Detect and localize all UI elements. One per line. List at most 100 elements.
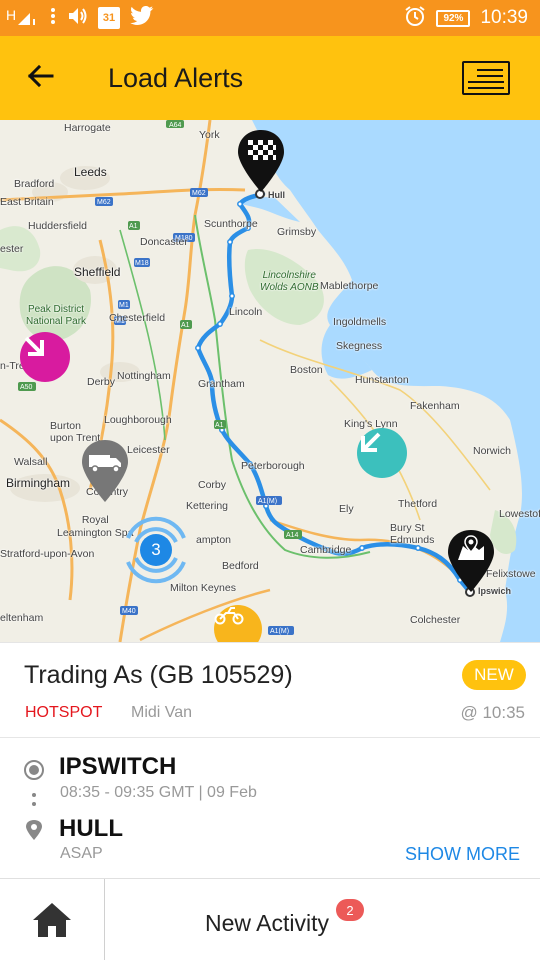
place-leeds: Leeds: [74, 165, 107, 179]
place-cheltenham: eltenham: [0, 612, 44, 624]
posted-time: @ 10:35: [460, 703, 525, 722]
svg-text:A14: A14: [286, 532, 299, 539]
place-loughborough: Loughborough: [104, 414, 172, 426]
company-name: Trading As (GB 105529): [24, 661, 293, 689]
place-doncaster: Doncaster: [140, 236, 188, 248]
place-scunthorpe: Scunthorpe: [204, 218, 258, 230]
cluster-count: 3: [151, 540, 161, 559]
motorbike-marker-icon: [214, 607, 244, 625]
svg-text:M62: M62: [192, 190, 206, 197]
place-birmingham: Birmingham: [6, 476, 71, 490]
activity-count-badge: 2: [336, 899, 364, 921]
svg-text:A1: A1: [181, 322, 190, 329]
place-lincolnshire-wolds: Lincolnshire Wolds AONB: [260, 270, 319, 293]
place-walsall: Walsall: [14, 456, 48, 468]
signal-h-icon: H: [6, 5, 40, 32]
origin-window: 08:35 - 09:35 GMT | 09 Feb: [60, 784, 257, 801]
place-chesterfield: Chesterfield: [109, 312, 166, 324]
svg-text:A1: A1: [129, 223, 138, 230]
home-icon: [33, 903, 71, 937]
place-ely: Ely: [339, 503, 354, 515]
status-time: 10:39: [480, 7, 528, 28]
calendar-icon: 31: [98, 7, 120, 29]
destination-name: HULL: [59, 815, 123, 842]
place-leicester: Leicester: [127, 444, 170, 456]
svg-text:A1(M): A1(M): [258, 498, 277, 505]
origin-name: IPSWITCH: [59, 753, 177, 780]
place-fakenham: Fakenham: [410, 400, 460, 412]
place-thetford: Thetford: [398, 498, 438, 510]
place-northampton: ampton: [196, 534, 232, 546]
svg-text:A64: A64: [169, 122, 182, 129]
list-view-button[interactable]: [462, 61, 510, 95]
vehicle-type: Midi Van: [131, 704, 193, 721]
place-peterborough: Peterborough: [241, 460, 305, 472]
more-vert-icon: [50, 5, 56, 32]
arrow-down-left-marker-icon: [361, 432, 381, 452]
hotspot-tag: HOTSPOT: [25, 704, 103, 721]
volume-icon: [66, 5, 88, 32]
teal-marker[interactable]: [357, 428, 407, 478]
home-button[interactable]: [0, 879, 104, 960]
place-grantham: Grantham: [198, 378, 245, 390]
place-sheffield: Sheffield: [74, 265, 121, 279]
place-skegness: Skegness: [336, 340, 383, 352]
status-bar: H 31 92% 10:39: [0, 0, 540, 36]
place-stratford: Stratford-upon-Avon: [0, 548, 95, 560]
place-bury-st-edmunds: Bury St Edmunds: [390, 522, 435, 546]
place-hunstanton: Hunstanton: [355, 374, 409, 386]
destination-window: ASAP: [60, 845, 103, 862]
arrow-down-right-marker-icon: [24, 336, 44, 356]
svg-text:M40: M40: [122, 608, 136, 615]
place-cambridge: Cambridge: [300, 544, 352, 556]
show-more-button[interactable]: SHOW MORE: [405, 844, 520, 865]
svg-text:M62: M62: [97, 199, 111, 206]
app-bar: Load Alerts: [0, 36, 540, 120]
load-card[interactable]: Trading As (GB 105529) NEW HOTSPOT Midi …: [0, 642, 540, 878]
map-pin-icon: [448, 530, 494, 592]
arrow-left-icon: [26, 64, 54, 93]
place-norwich: Norwich: [473, 445, 511, 457]
place-huddersfield: Huddersfield: [28, 220, 87, 232]
place-ingoldmells: Ingoldmells: [333, 316, 387, 328]
place-east-britain: East Britain: [0, 196, 54, 208]
place-lowestoft: Lowestoft: [499, 508, 540, 520]
place-harrogate: Harrogate: [64, 122, 111, 134]
svg-text:M1: M1: [119, 302, 129, 309]
battery-icon: 92%: [436, 9, 471, 27]
twitter-icon: [130, 5, 154, 31]
back-button[interactable]: [18, 56, 62, 100]
new-activity-label: New Activity: [205, 910, 329, 936]
place-mablethorpe: Mablethorpe: [320, 280, 379, 292]
truck-pin-icon: [82, 440, 128, 502]
place-lincoln: Lincoln: [229, 306, 263, 318]
place-derby: Derby: [87, 376, 116, 388]
place-chester-edge: ester: [0, 243, 24, 255]
cluster-marker[interactable]: 3: [114, 508, 198, 592]
svg-text:A1(M): A1(M): [270, 628, 289, 635]
place-york: York: [199, 129, 220, 141]
map-view[interactable]: A64 M62 M62 A1 M180 M18 M1 M1 A1 A50 A1 …: [0, 120, 540, 642]
place-grimsby: Grimsby: [277, 226, 317, 238]
route-dots-icon: [32, 793, 36, 809]
bottom-nav: New Activity 2: [0, 878, 540, 960]
svg-text:A1: A1: [215, 422, 224, 429]
magenta-marker[interactable]: [20, 332, 70, 382]
place-peak-district: Peak District National Park: [26, 304, 87, 327]
origin-radio-icon: [24, 760, 44, 780]
status-badge: NEW: [462, 660, 526, 690]
place-corby: Corby: [198, 479, 227, 491]
place-colchester: Colchester: [410, 614, 461, 626]
place-bradford: Bradford: [14, 178, 55, 190]
svg-text:M18: M18: [135, 260, 149, 267]
svg-text:H: H: [6, 7, 16, 23]
alarm-icon: [404, 5, 426, 32]
new-activity-button[interactable]: New Activity 2: [105, 879, 540, 960]
place-boston: Boston: [290, 364, 323, 376]
svg-text:A50: A50: [20, 384, 33, 391]
place-bedford: Bedford: [222, 560, 259, 572]
place-nottingham: Nottingham: [117, 370, 171, 382]
card-divider: [0, 737, 540, 738]
location-pin-icon: [24, 819, 44, 846]
page-title: Load Alerts: [108, 63, 244, 93]
